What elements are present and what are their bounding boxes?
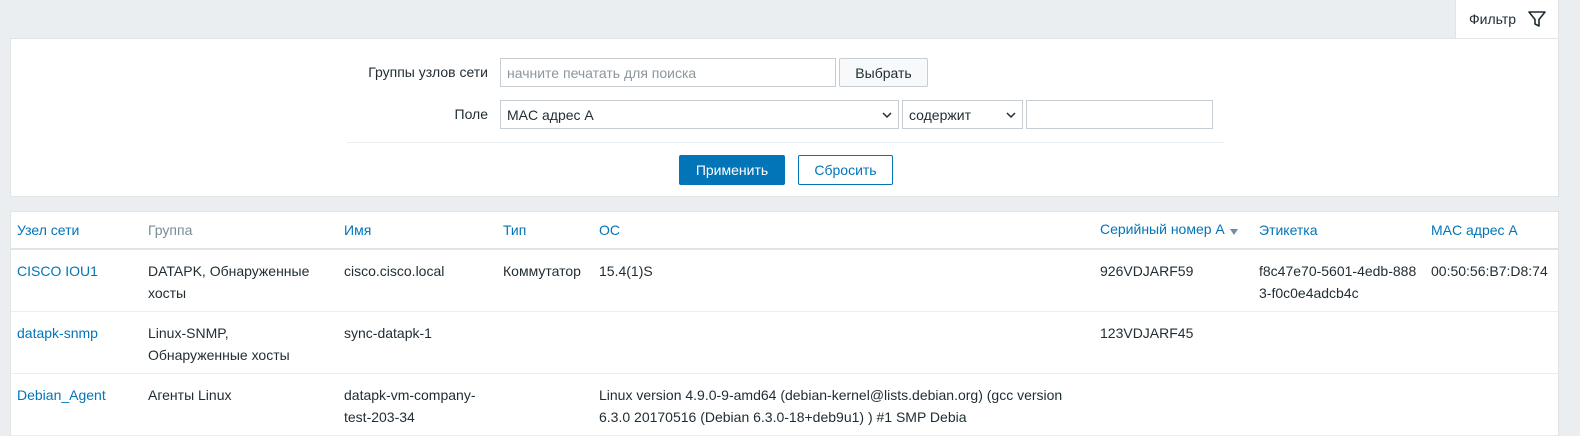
cell-host[interactable]: Debian_Agent bbox=[11, 373, 142, 436]
cell-mac bbox=[1425, 373, 1558, 436]
col-header-tag[interactable]: Этикетка bbox=[1253, 212, 1425, 250]
col-header-type-link[interactable]: Тип bbox=[503, 222, 526, 238]
table-header-row: Узел сети Группа Имя Тип ОС Серийный ном… bbox=[11, 212, 1558, 250]
cell-os bbox=[593, 311, 1094, 374]
cell-group: DATAPK, Обнаруженные хосты bbox=[142, 249, 338, 312]
chevron-down-icon bbox=[881, 108, 893, 124]
sort-desc-icon bbox=[1229, 223, 1239, 239]
cell-os: Linux version 4.9.0-9-amd64 (debian-kern… bbox=[593, 373, 1094, 436]
col-header-os-link[interactable]: ОС bbox=[599, 222, 620, 238]
cell-os: 15.4(1)S bbox=[593, 249, 1094, 312]
reset-button[interactable]: Сбросить bbox=[798, 155, 893, 185]
cell-host[interactable]: datapk-snmp bbox=[11, 311, 142, 374]
inventory-table: Узел сети Группа Имя Тип ОС Серийный ном… bbox=[10, 211, 1559, 436]
col-header-name[interactable]: Имя bbox=[338, 212, 497, 250]
col-header-host[interactable]: Узел сети bbox=[11, 212, 142, 250]
divider bbox=[347, 142, 1224, 143]
field-select-value: MAC адрес A bbox=[507, 106, 594, 123]
cell-group: Linux-SNMP, Обнаруженные хосты bbox=[142, 311, 338, 374]
groups-label: Группы узлов сети bbox=[368, 64, 488, 80]
groups-search-input[interactable] bbox=[500, 58, 836, 87]
col-header-mac[interactable]: MAC адрес A bbox=[1425, 212, 1558, 250]
filter-tab-label: Фильтр bbox=[1469, 11, 1517, 27]
operator-select[interactable]: содержит bbox=[902, 100, 1023, 129]
cell-name: sync-datapk-1 bbox=[338, 311, 497, 374]
cell-group: Агенты Linux bbox=[142, 373, 338, 436]
cell-mac bbox=[1425, 311, 1558, 374]
table-row: datapk-snmp Linux-SNMP, Обнаруженные хос… bbox=[11, 311, 1558, 374]
table-row: Debian_Agent Агенты Linux datapk-vm-comp… bbox=[11, 373, 1558, 436]
host-link[interactable]: datapk-snmp bbox=[17, 325, 98, 341]
cell-type bbox=[497, 311, 593, 374]
cell-serial: 123VDJARF45 bbox=[1094, 311, 1253, 374]
col-header-group: Группа bbox=[142, 212, 338, 250]
filter-tab[interactable]: Фильтр bbox=[1455, 0, 1559, 38]
field-select[interactable]: MAC адрес A bbox=[500, 100, 899, 129]
host-link[interactable]: Debian_Agent bbox=[17, 387, 106, 403]
cell-type: Коммутатор bbox=[497, 249, 593, 312]
cell-type bbox=[497, 373, 593, 436]
field-value-input[interactable] bbox=[1026, 100, 1213, 129]
col-header-tag-link[interactable]: Этикетка bbox=[1259, 222, 1318, 238]
cell-name: cisco.cisco.local bbox=[338, 249, 497, 312]
cell-serial bbox=[1094, 373, 1253, 436]
col-header-type[interactable]: Тип bbox=[497, 212, 593, 250]
cell-host[interactable]: CISCO IOU1 bbox=[11, 249, 142, 312]
cell-tag bbox=[1253, 373, 1425, 436]
col-header-host-link[interactable]: Узел сети bbox=[17, 222, 79, 238]
col-header-serial[interactable]: Серийный номер A bbox=[1094, 212, 1253, 250]
host-link[interactable]: CISCO IOU1 bbox=[17, 263, 98, 279]
col-header-mac-link[interactable]: MAC адрес A bbox=[1431, 222, 1518, 238]
col-header-serial-link[interactable]: Серийный номер A bbox=[1100, 221, 1225, 237]
cell-mac: 00:50:56:B7:D8:74 bbox=[1425, 249, 1558, 312]
chevron-down-icon bbox=[1005, 108, 1017, 124]
col-header-name-link[interactable]: Имя bbox=[344, 222, 371, 238]
select-groups-button[interactable]: Выбрать bbox=[839, 58, 928, 87]
funnel-icon bbox=[1528, 10, 1546, 28]
apply-button[interactable]: Применить bbox=[679, 155, 785, 185]
filter-panel: Группы узлов сети Выбрать Поле MAC адрес… bbox=[10, 38, 1559, 197]
cell-serial: 926VDJARF59 bbox=[1094, 249, 1253, 312]
operator-select-value: содержит bbox=[909, 106, 971, 123]
cell-tag bbox=[1253, 311, 1425, 374]
cell-name: datapk-vm-company-test-203-34 bbox=[338, 373, 497, 436]
table-row: CISCO IOU1 DATAPK, Обнаруженные хосты ci… bbox=[11, 249, 1558, 312]
col-header-os[interactable]: ОС bbox=[593, 212, 1094, 250]
field-label: Поле bbox=[454, 106, 489, 122]
cell-tag: f8c47e70-5601-4edb-8883-f0c0e4adcb4c bbox=[1253, 249, 1425, 312]
